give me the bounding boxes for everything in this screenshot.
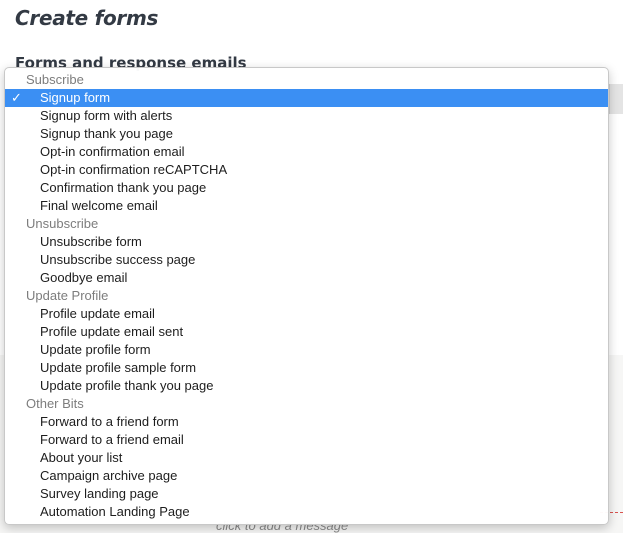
page-title: Create forms — [15, 6, 159, 30]
option-update-profile-form[interactable]: Update profile form — [5, 341, 608, 359]
group-header-other-bits: Other Bits — [26, 396, 84, 411]
option-label: Survey landing page — [40, 486, 159, 501]
option-goodbye-email[interactable]: Goodbye email — [5, 269, 608, 287]
option-label: Automation Landing Page — [40, 504, 190, 519]
option-label: Unsubscribe form — [40, 234, 142, 249]
option-signup-form[interactable]: ✓ Signup form — [5, 89, 608, 107]
option-unsubscribe-success-page[interactable]: Unsubscribe success page — [5, 251, 608, 269]
group-header-subscribe: Subscribe — [26, 72, 84, 87]
option-signup-thank-you-page[interactable]: Signup thank you page — [5, 125, 608, 143]
option-label: Confirmation thank you page — [40, 180, 207, 195]
option-label: Update profile thank you page — [40, 378, 214, 393]
option-label: Signup form with alerts — [40, 108, 173, 123]
option-label: Final welcome email — [40, 198, 158, 213]
option-final-welcome-email[interactable]: Final welcome email — [5, 197, 608, 215]
option-label: Update profile sample form — [40, 360, 197, 375]
group-header-update-profile: Update Profile — [26, 288, 109, 303]
option-campaign-archive-page[interactable]: Campaign archive page — [5, 467, 608, 485]
option-update-profile-thank-you-page[interactable]: Update profile thank you page — [5, 377, 608, 395]
option-profile-update-email-sent[interactable]: Profile update email sent — [5, 323, 608, 341]
form-select-dropdown[interactable]: Subscribe ✓ Signup form Signup form with… — [4, 67, 609, 525]
check-icon: ✓ — [11, 90, 22, 105]
option-label: Signup form — [40, 90, 111, 105]
option-label: Signup thank you page — [40, 126, 173, 141]
option-forward-to-a-friend-email[interactable]: Forward to a friend email — [5, 431, 608, 449]
option-forward-to-a-friend-form[interactable]: Forward to a friend form — [5, 413, 608, 431]
option-label: Forward to a friend email — [40, 432, 184, 447]
backdrop-field-edge — [609, 84, 623, 114]
option-label: Forward to a friend form — [40, 414, 179, 429]
option-opt-in-confirmation-email[interactable]: Opt-in confirmation email — [5, 143, 608, 161]
option-label: Campaign archive page — [40, 468, 178, 483]
option-label: Unsubscribe success page — [40, 252, 196, 267]
option-opt-in-confirmation-recaptcha[interactable]: Opt-in confirmation reCAPTCHA — [5, 161, 608, 179]
option-unsubscribe-form[interactable]: Unsubscribe form — [5, 233, 608, 251]
option-about-your-list[interactable]: About your list — [5, 449, 608, 467]
option-label: Profile update email — [40, 306, 155, 321]
option-label: Opt-in confirmation email — [40, 144, 185, 159]
option-label: Opt-in confirmation reCAPTCHA — [40, 162, 228, 177]
option-survey-landing-page[interactable]: Survey landing page — [5, 485, 608, 503]
option-profile-update-email[interactable]: Profile update email — [5, 305, 608, 323]
option-label: About your list — [40, 450, 123, 465]
group-header-unsubscribe: Unsubscribe — [26, 216, 99, 231]
option-automation-landing-page[interactable]: Automation Landing Page — [5, 503, 608, 521]
option-label: Profile update email sent — [40, 324, 184, 339]
option-label: Update profile form — [40, 342, 151, 357]
option-label: Goodbye email — [40, 270, 128, 285]
option-signup-form-with-alerts[interactable]: Signup form with alerts — [5, 107, 608, 125]
option-update-profile-sample-form[interactable]: Update profile sample form — [5, 359, 608, 377]
option-confirmation-thank-you-page[interactable]: Confirmation thank you page — [5, 179, 608, 197]
